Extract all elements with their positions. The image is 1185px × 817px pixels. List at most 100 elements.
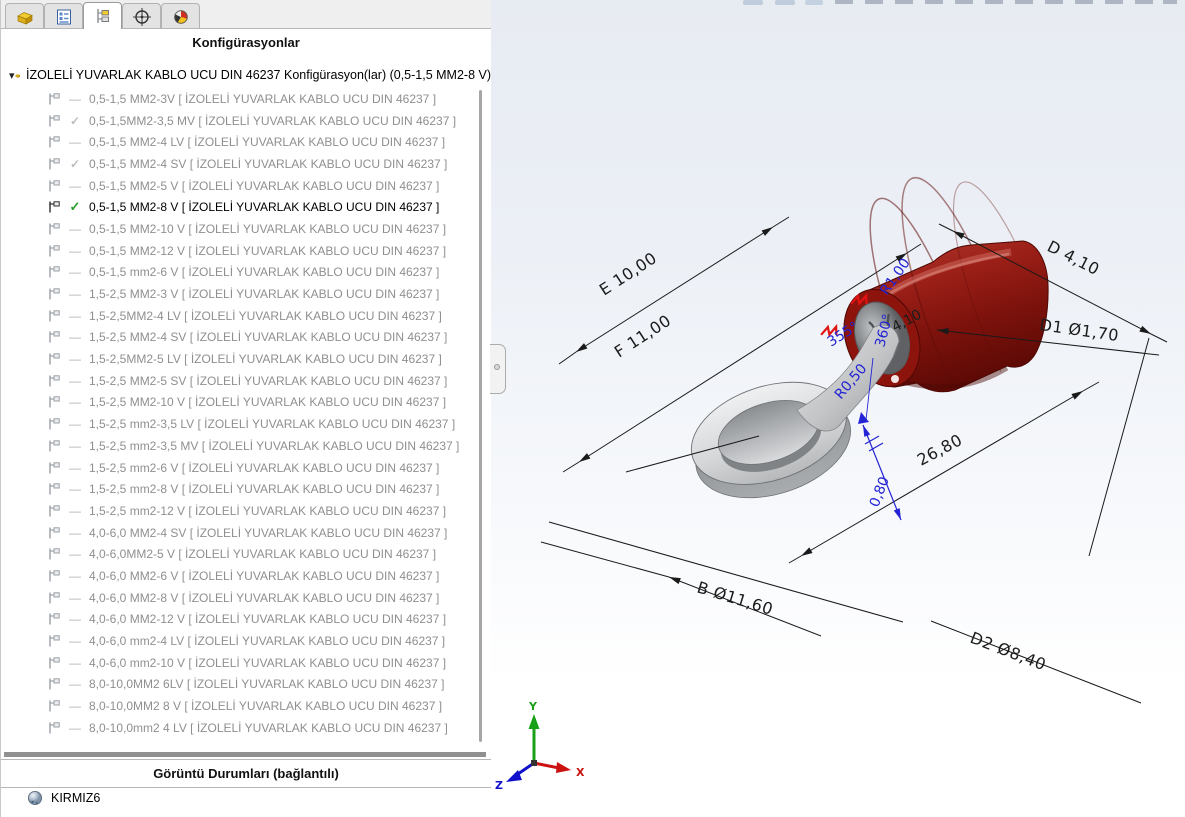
config-label: 1,5-2,5 MM2-10 V [ İZOLELİ YUVARLAK KABL… <box>89 395 446 409</box>
solidworks-window: Konfigürasyonlar ▾ İZOLELİ YUVARLAK KABL… <box>0 0 1185 817</box>
root-configuration-label: İZOLELİ YUVARLAK KABLO UCU DIN 46237 Kon… <box>26 68 491 82</box>
configuration-row[interactable]: ✓ 0,5-1,5 MM2-4 SV [ İZOLELİ YUVARLAK KA… <box>1 153 491 175</box>
configuration-row[interactable]: — 1,5-2,5MM2-4 LV [ İZOLELİ YUVARLAK KAB… <box>1 305 491 327</box>
config-label: 4,0-6,0 MM2-6 V [ İZOLELİ YUVARLAK KABLO… <box>89 569 439 583</box>
config-status-icon: — <box>65 352 85 366</box>
manager-tab-bar <box>1 0 491 29</box>
configuration-row[interactable]: — 1,5-2,5 MM2-4 SV [ İZOLELİ YUVARLAK KA… <box>1 327 491 349</box>
display-states-title: Görüntü Durumları (bağlantılı) <box>153 766 339 781</box>
configuration-row[interactable]: — 4,0-6,0MM2-5 V [ İZOLELİ YUVARLAK KABL… <box>1 543 491 565</box>
configuration-icon <box>47 222 61 236</box>
dim-label-d[interactable]: D 4,10 <box>1044 237 1103 279</box>
tab-display-manager[interactable] <box>161 3 200 29</box>
dim-label-f[interactable]: F 11,00 <box>611 311 675 362</box>
configuration-icon <box>47 634 61 648</box>
section-splitter[interactable] <box>4 752 486 757</box>
configuration-row[interactable]: — 1,5-2,5 mm2-3,5 MV [ İZOLELİ YUVARLAK … <box>1 435 491 457</box>
config-status-icon: — <box>65 244 85 258</box>
dimxpert-icon <box>132 7 152 27</box>
configuration-icon <box>47 612 61 626</box>
configuration-row[interactable]: — 8,0-10,0MM2 8 V [ İZOLELİ YUVARLAK KAB… <box>1 695 491 717</box>
tab-configuration-manager[interactable] <box>83 2 122 29</box>
config-status-icon: — <box>65 395 85 409</box>
dim-label-d2[interactable]: D2 Ø8,40 <box>968 628 1049 674</box>
configuration-row[interactable]: — 4,0-6,0 mm2-10 V [ İZOLELİ YUVARLAK KA… <box>1 652 491 674</box>
configuration-row[interactable]: — 0,5-1,5 MM2-12 V [ İZOLELİ YUVARLAK KA… <box>1 240 491 262</box>
configuration-icon <box>47 309 61 323</box>
config-status-icon: — <box>65 92 85 106</box>
config-label: 1,5-2,5 mm2-6 V [ İZOLELİ YUVARLAK KABLO… <box>89 461 439 475</box>
tree-scrollbar[interactable] <box>479 90 482 742</box>
configuration-root-row[interactable]: ▾ İZOLELİ YUVARLAK KABLO UCU DIN 46237 K… <box>1 62 491 88</box>
config-label: 1,5-2,5 MM2-4 SV [ İZOLELİ YUVARLAK KABL… <box>89 330 447 344</box>
configuration-icon <box>47 482 61 496</box>
configuration-row[interactable]: — 4,0-6,0 MM2-6 V [ İZOLELİ YUVARLAK KAB… <box>1 565 491 587</box>
graphics-viewport[interactable]: E 10,00 F 11,00 D 4,10 D1 Ø1,70 26,80 B … <box>491 0 1185 817</box>
configuration-row[interactable]: — 0,5-1,5 MM2-5 V [ İZOLELİ YUVARLAK KAB… <box>1 175 491 197</box>
configuration-row[interactable]: — 1,5-2,5 mm2-3,5 LV [ İZOLELİ YUVARLAK … <box>1 413 491 435</box>
model-canvas: E 10,00 F 11,00 D 4,10 D1 Ø1,70 26,80 B … <box>491 0 1185 817</box>
config-status-icon: — <box>65 656 85 670</box>
configuration-icon <box>47 265 61 279</box>
config-status-icon: — <box>65 677 85 691</box>
part-icon <box>15 67 20 84</box>
config-label: 4,0-6,0 MM2-4 SV [ İZOLELİ YUVARLAK KABL… <box>89 526 447 540</box>
ring-terminal-part[interactable] <box>678 178 1048 516</box>
config-label: 1,5-2,5MM2-5 LV [ İZOLELİ YUVARLAK KABLO… <box>89 352 442 366</box>
dim-label-e[interactable]: E 10,00 <box>596 248 660 299</box>
configuration-row[interactable]: ✓ 0,5-1,5MM2-3,5 MV [ İZOLELİ YUVARLAK K… <box>1 110 491 132</box>
configuration-icon <box>47 677 61 691</box>
dim-label-d1[interactable]: D1 Ø1,70 <box>1038 315 1120 345</box>
config-label: 8,0-10,0mm2 4 LV [ İZOLELİ YUVARLAK KABL… <box>89 721 448 735</box>
tab-property-manager[interactable] <box>44 3 83 29</box>
config-label: 4,0-6,0 MM2-8 V [ İZOLELİ YUVARLAK KABLO… <box>89 591 439 605</box>
configuration-row[interactable]: — 4,0-6,0 MM2-8 V [ İZOLELİ YUVARLAK KAB… <box>1 587 491 609</box>
configuration-icon <box>47 330 61 344</box>
configuration-icon <box>47 179 61 193</box>
configuration-row[interactable]: — 1,5-2,5MM2-5 LV [ İZOLELİ YUVARLAK KAB… <box>1 348 491 370</box>
config-status-icon: — <box>65 634 85 648</box>
dim-label-b[interactable]: B Ø11,60 <box>695 578 776 619</box>
cropped-toolbar-icons <box>743 0 1177 5</box>
configuration-row[interactable]: — 0,5-1,5 MM2-10 V [ İZOLELİ YUVARLAK KA… <box>1 218 491 240</box>
grip-dot <box>494 364 500 370</box>
configuration-row[interactable]: — 8,0-10,0MM2 6LV [ İZOLELİ YUVARLAK KAB… <box>1 674 491 696</box>
configuration-row[interactable]: — 8,0-10,0mm2 4 LV [ İZOLELİ YUVARLAK KA… <box>1 717 491 739</box>
configuration-icon <box>47 439 61 453</box>
display-state-row[interactable]: KIRMIZ6 <box>1 787 491 809</box>
configuration-icon <box>47 374 61 388</box>
configuration-row[interactable]: — 1,5-2,5 mm2-12 V [ İZOLELİ YUVARLAK KA… <box>1 500 491 522</box>
configuration-manager-icon <box>94 7 112 25</box>
config-status-icon: — <box>65 135 85 149</box>
config-status-icon: — <box>65 374 85 388</box>
property-manager-icon <box>55 8 73 26</box>
configuration-row[interactable]: — 0,5-1,5 mm2-6 V [ İZOLELİ YUVARLAK KAB… <box>1 262 491 284</box>
config-status-icon: — <box>65 547 85 561</box>
configuration-row[interactable]: — 4,0-6,0 mm2-4 LV [ İZOLELİ YUVARLAK KA… <box>1 630 491 652</box>
configuration-icon <box>47 287 61 301</box>
configuration-row[interactable]: — 1,5-2,5 mm2-6 V [ İZOLELİ YUVARLAK KAB… <box>1 457 491 479</box>
configuration-row[interactable]: ✓ 0,5-1,5 MM2-8 V [ İZOLELİ YUVARLAK KAB… <box>1 196 491 218</box>
configuration-row[interactable]: — 1,5-2,5 MM2-3 V [ İZOLELİ YUVARLAK KAB… <box>1 283 491 305</box>
configuration-row[interactable]: — 0,5-1,5 MM2-3V [ İZOLELİ YUVARLAK KABL… <box>1 88 491 110</box>
configuration-row[interactable]: — 1,5-2,5 mm2-8 V [ İZOLELİ YUVARLAK KAB… <box>1 478 491 500</box>
tab-feature-manager[interactable] <box>5 3 44 29</box>
config-label: 0,5-1,5 MM2-4 SV [ İZOLELİ YUVARLAK KABL… <box>89 157 447 171</box>
configuration-row[interactable]: — 4,0-6,0 MM2-12 V [ İZOLELİ YUVARLAK KA… <box>1 609 491 631</box>
dim-label-length[interactable]: 26,80 <box>914 430 966 469</box>
configuration-row[interactable]: — 4,0-6,0 MM2-4 SV [ İZOLELİ YUVARLAK KA… <box>1 522 491 544</box>
tab-dimxpert[interactable] <box>122 3 161 29</box>
config-status-icon: — <box>65 330 85 344</box>
configuration-icon <box>47 244 61 258</box>
configuration-tree: ▾ İZOLELİ YUVARLAK KABLO UCU DIN 46237 K… <box>1 56 491 751</box>
config-status-icon: — <box>65 526 85 540</box>
configuration-icon <box>47 92 61 106</box>
configuration-row[interactable]: — 0,5-1,5 MM2-4 LV [ İZOLELİ YUVARLAK KA… <box>1 131 491 153</box>
config-label: 4,0-6,0 mm2-4 LV [ İZOLELİ YUVARLAK KABL… <box>89 634 445 648</box>
configuration-row[interactable]: — 1,5-2,5 MM2-10 V [ İZOLELİ YUVARLAK KA… <box>1 392 491 414</box>
configuration-row[interactable]: — 1,5-2,5 MM2-5 SV [ İZOLELİ YUVARLAK KA… <box>1 370 491 392</box>
panel-collapse-handle[interactable] <box>490 344 506 394</box>
configuration-list: — 0,5-1,5 MM2-3V [ İZOLELİ YUVARLAK KABL… <box>1 88 491 739</box>
configuration-manager-panel: Konfigürasyonlar ▾ İZOLELİ YUVARLAK KABL… <box>1 0 492 817</box>
config-status-icon: ✓ <box>65 114 85 128</box>
